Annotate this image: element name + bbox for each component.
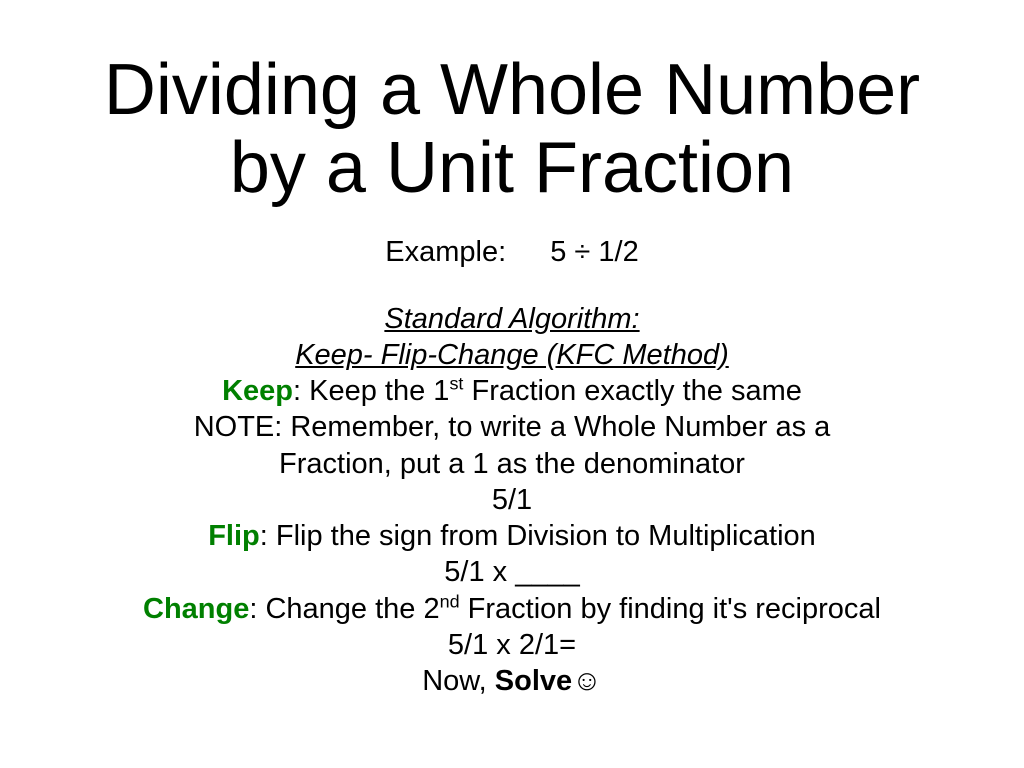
change-text-a: : Change the 2 xyxy=(249,593,439,625)
smiley-icon: ☺ xyxy=(572,665,602,697)
body-text: Keep: Keep the 1st Fraction exactly the … xyxy=(143,373,881,699)
fraction-5-over-1: 5/1 xyxy=(492,484,532,516)
keep-colon: : xyxy=(293,375,309,407)
slide: Dividing a Whole Number by a Unit Fracti… xyxy=(0,0,1024,768)
title-line-2: by a Unit Fraction xyxy=(230,128,794,208)
example-line: Example: 5 ÷ 1/2 xyxy=(385,236,638,269)
solve-text: Solve xyxy=(495,665,572,697)
note-line-1: NOTE: Remember, to write a Whole Number … xyxy=(194,411,831,443)
change-text-b: Fraction by finding it's reciprocal xyxy=(460,593,881,625)
change-keyword: Change xyxy=(143,593,249,625)
now-text: Now, xyxy=(422,665,495,697)
slide-title: Dividing a Whole Number by a Unit Fracti… xyxy=(104,52,920,208)
algorithm-heading-line-1: Standard Algorithm: xyxy=(384,303,639,335)
keep-text-a: Keep the 1 xyxy=(309,375,449,407)
change-ordinal: nd xyxy=(440,591,460,611)
example-expression: 5 ÷ 1/2 xyxy=(550,236,638,268)
algorithm-heading: Standard Algorithm: Keep- Flip-Change (K… xyxy=(295,301,729,374)
flip-text: : Flip the sign from Division to Multipl… xyxy=(260,520,816,552)
keep-ordinal: st xyxy=(449,373,463,393)
flip-keyword: Flip xyxy=(208,520,260,552)
keep-keyword: Keep xyxy=(222,375,293,407)
algorithm-heading-line-2: Keep- Flip-Change (KFC Method) xyxy=(295,339,729,371)
change-expression: 5/1 x 2/1= xyxy=(448,629,576,661)
example-label: Example: xyxy=(385,236,506,269)
title-line-1: Dividing a Whole Number xyxy=(104,50,920,130)
keep-text-b: Fraction exactly the same xyxy=(463,375,801,407)
note-line-2: Fraction, put a 1 as the denominator xyxy=(279,448,745,480)
flip-expression: 5/1 x ____ xyxy=(444,556,579,588)
